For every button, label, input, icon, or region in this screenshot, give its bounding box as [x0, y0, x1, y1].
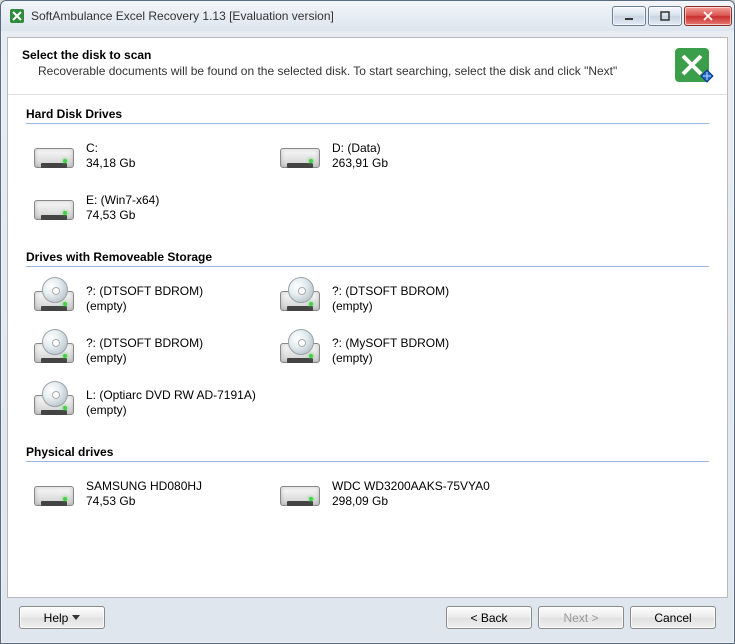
drive-item[interactable]: ?: (DTSOFT BDROM) (empty) — [32, 333, 272, 369]
back-button[interactable]: < Back — [446, 606, 532, 629]
hdd-icon — [32, 190, 76, 226]
close-button[interactable] — [684, 6, 732, 26]
drive-size: 74,53 Gb — [86, 494, 202, 509]
help-button[interactable]: Help — [19, 606, 105, 629]
drive-size: 263,91 Gb — [332, 156, 388, 171]
section-title-removable: Drives with Removeable Storage — [26, 250, 709, 264]
window-controls — [610, 6, 732, 26]
drive-label: C: — [86, 141, 135, 156]
drive-text: WDC WD3200AAKS-75VYA0 298,09 Gb — [332, 479, 490, 509]
window-body: Select the disk to scan Recoverable docu… — [1, 31, 734, 643]
page-subtitle: Recoverable documents will be found on t… — [38, 64, 657, 78]
divider — [26, 461, 709, 462]
disk-list: Hard Disk Drives C: 34,18 Gb — [8, 95, 727, 597]
section-title-physical: Physical drives — [26, 445, 709, 459]
hdd-icon — [278, 138, 322, 174]
drive-label: ?: (MySOFT BDROM) — [332, 336, 449, 351]
optical-drive-icon — [32, 281, 76, 317]
drive-size: 74,53 Gb — [86, 208, 159, 223]
drive-size: 34,18 Gb — [86, 156, 135, 171]
drive-text: L: (Optiarc DVD RW AD-7191A) (empty) — [86, 388, 256, 418]
drive-text: D: (Data) 263,91 Gb — [332, 141, 388, 171]
page-title: Select the disk to scan — [22, 48, 657, 62]
app-window: SoftAmbulance Excel Recovery 1.13 [Evalu… — [0, 0, 735, 644]
optical-drive-icon — [32, 385, 76, 421]
physical-drive-icon — [278, 476, 322, 512]
physical-drive-icon — [32, 476, 76, 512]
excel-recovery-icon — [671, 44, 717, 90]
drive-size: (empty) — [332, 351, 449, 366]
drive-text: ?: (DTSOFT BDROM) (empty) — [86, 284, 203, 314]
drive-item[interactable]: L: (Optiarc DVD RW AD-7191A) (empty) — [32, 385, 272, 421]
removable-grid: ?: (DTSOFT BDROM) (empty) ?: (DTSOFT BDR… — [26, 275, 709, 431]
section-title-hdd: Hard Disk Drives — [26, 107, 709, 121]
window-title: SoftAmbulance Excel Recovery 1.13 [Evalu… — [31, 9, 610, 23]
drive-text: ?: (DTSOFT BDROM) (empty) — [86, 336, 203, 366]
divider — [26, 123, 709, 124]
drive-size: (empty) — [86, 403, 256, 418]
hdd-icon — [32, 138, 76, 174]
drive-text: ?: (DTSOFT BDROM) (empty) — [332, 284, 449, 314]
app-icon — [9, 8, 25, 24]
hdd-grid: C: 34,18 Gb D: (Data) 263,91 Gb — [26, 132, 709, 236]
chevron-down-icon — [72, 615, 80, 620]
drive-text: ?: (MySOFT BDROM) (empty) — [332, 336, 449, 366]
drive-text: C: 34,18 Gb — [86, 141, 135, 171]
drive-size: (empty) — [86, 351, 203, 366]
divider — [26, 266, 709, 267]
drive-item[interactable]: D: (Data) 263,91 Gb — [278, 138, 518, 174]
wizard-footer: Help < Back Next > Cancel — [7, 598, 728, 637]
drive-label: ?: (DTSOFT BDROM) — [332, 284, 449, 299]
drive-item[interactable]: ?: (MySOFT BDROM) (empty) — [278, 333, 518, 369]
drive-item[interactable]: E: (Win7-x64) 74,53 Gb — [32, 190, 272, 226]
optical-drive-icon — [278, 333, 322, 369]
drive-label: D: (Data) — [332, 141, 388, 156]
minimize-button[interactable] — [612, 6, 646, 26]
cancel-button[interactable]: Cancel — [630, 606, 716, 629]
next-button[interactable]: Next > — [538, 606, 624, 629]
physical-grid: SAMSUNG HD080HJ 74,53 Gb WDC WD3200AAKS-… — [26, 470, 709, 522]
next-label: Next > — [563, 611, 598, 625]
drive-size: 298,09 Gb — [332, 494, 490, 509]
drive-text: E: (Win7-x64) 74,53 Gb — [86, 193, 159, 223]
drive-text: SAMSUNG HD080HJ 74,53 Gb — [86, 479, 202, 509]
drive-label: E: (Win7-x64) — [86, 193, 159, 208]
drive-item[interactable]: C: 34,18 Gb — [32, 138, 272, 174]
back-label: < Back — [470, 611, 507, 625]
drive-label: WDC WD3200AAKS-75VYA0 — [332, 479, 490, 494]
drive-item[interactable]: ?: (DTSOFT BDROM) (empty) — [278, 281, 518, 317]
drive-label: ?: (DTSOFT BDROM) — [86, 336, 203, 351]
drive-label: ?: (DTSOFT BDROM) — [86, 284, 203, 299]
drive-item[interactable]: WDC WD3200AAKS-75VYA0 298,09 Gb — [278, 476, 518, 512]
titlebar[interactable]: SoftAmbulance Excel Recovery 1.13 [Evalu… — [1, 1, 734, 31]
drive-size: (empty) — [332, 299, 449, 314]
drive-size: (empty) — [86, 299, 203, 314]
drive-label: L: (Optiarc DVD RW AD-7191A) — [86, 388, 256, 403]
drive-item[interactable]: ?: (DTSOFT BDROM) (empty) — [32, 281, 272, 317]
drive-item[interactable]: SAMSUNG HD080HJ 74,53 Gb — [32, 476, 272, 512]
drive-label: SAMSUNG HD080HJ — [86, 479, 202, 494]
help-label: Help — [44, 611, 69, 625]
cancel-label: Cancel — [654, 611, 691, 625]
wizard-header: Select the disk to scan Recoverable docu… — [8, 38, 727, 95]
optical-drive-icon — [32, 333, 76, 369]
wizard-panel: Select the disk to scan Recoverable docu… — [7, 37, 728, 598]
optical-drive-icon — [278, 281, 322, 317]
maximize-button[interactable] — [648, 6, 682, 26]
